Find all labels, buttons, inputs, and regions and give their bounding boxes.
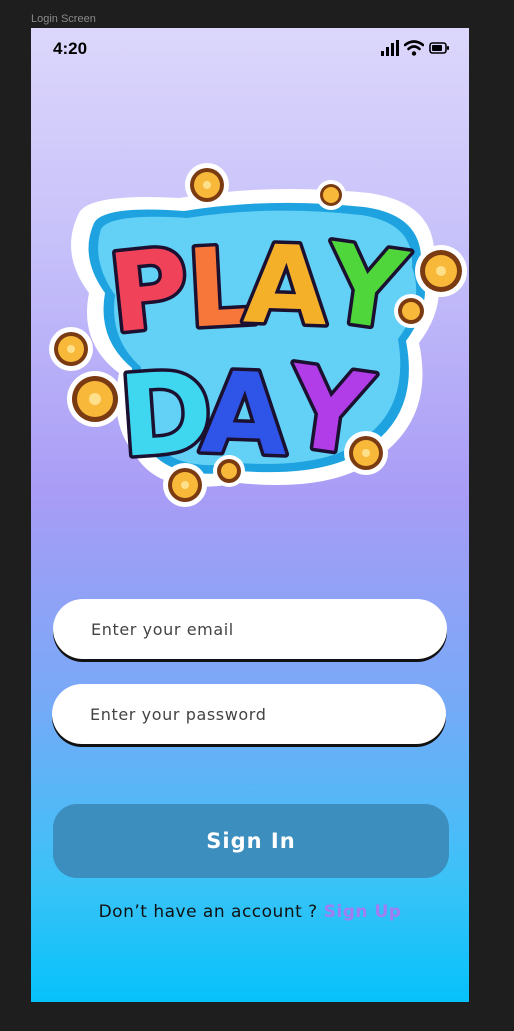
signal-icon [381,40,399,56]
login-screen: 4:20 P L A Y D A Y Enter your email Sign… [31,28,469,1002]
status-time: 4:20 [53,39,88,58]
password-field[interactable] [52,684,446,744]
flower-icon [213,455,245,487]
logo-letter-a: A [242,222,330,350]
status-icons [381,40,449,56]
flower-icon [316,180,346,210]
flower-icon [185,163,229,207]
frame-label: Login Screen [31,13,96,25]
signup-prompt-text: Don’t have an account ? [98,902,318,922]
battery-icon [429,42,449,54]
wifi-icon [404,40,424,56]
flower-icon [394,294,428,328]
flower-icon [344,431,388,475]
logo-letter-p: P [104,225,196,358]
flower-icon [67,371,123,427]
sign-up-link[interactable]: Sign Up [324,902,402,922]
signup-prompt: Don’t have an account ? Sign Up [31,902,469,922]
sign-in-button[interactable]: Sign In [53,804,449,878]
flower-icon [49,327,93,371]
email-input[interactable] [89,618,447,640]
playday-logo: P L A Y D A Y [39,153,469,523]
password-input[interactable] [88,703,446,725]
logo-letter-a2: A [199,348,290,481]
flower-icon [163,463,207,507]
email-field[interactable] [53,599,447,659]
flower-icon [415,245,467,297]
